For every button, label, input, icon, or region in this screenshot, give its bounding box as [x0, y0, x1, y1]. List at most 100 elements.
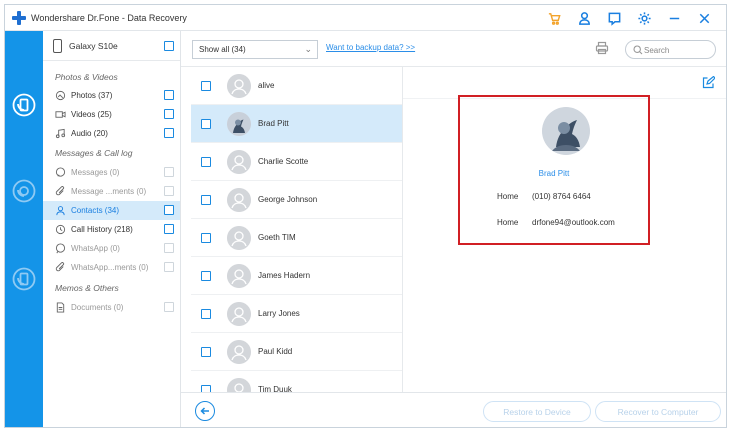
- category-documents[interactable]: Documents (0): [43, 298, 180, 317]
- device-checkbox[interactable]: [164, 41, 174, 51]
- category-messages[interactable]: Messages (0): [43, 163, 180, 182]
- contact-row[interactable]: George Johnson: [191, 181, 402, 219]
- contact-row[interactable]: alive: [191, 67, 402, 105]
- category-checkbox[interactable]: [164, 262, 174, 272]
- feedback-icon[interactable]: [606, 10, 622, 26]
- minimize-icon[interactable]: [666, 10, 682, 26]
- contact-checkbox[interactable]: [201, 195, 211, 205]
- contact-name: Brad Pitt: [258, 119, 289, 128]
- recover-from-device-icon[interactable]: [12, 93, 36, 117]
- contact-checkbox[interactable]: [201, 309, 211, 319]
- contact-row[interactable]: Paul Kidd: [191, 333, 402, 371]
- phone-icon: [53, 39, 62, 53]
- category-call-history[interactable]: Call History (218): [43, 220, 180, 239]
- category-photos[interactable]: Photos (37): [43, 86, 180, 105]
- category-checkbox[interactable]: [164, 224, 174, 234]
- contact-avatar: [227, 150, 251, 174]
- section-title-memos: Memos & Others: [55, 283, 119, 293]
- contact-row[interactable]: Goeth TIM: [191, 219, 402, 257]
- video-icon: [55, 109, 66, 120]
- app-title: Wondershare Dr.Fone - Data Recovery: [31, 13, 187, 23]
- search-box[interactable]: [625, 40, 716, 59]
- category-checkbox[interactable]: [164, 109, 174, 119]
- document-icon: [55, 302, 66, 313]
- photo-icon: [55, 90, 66, 101]
- attachment-icon: [55, 186, 66, 197]
- recover-from-icloud-icon[interactable]: [12, 267, 36, 291]
- filter-select-value: Show all (34): [199, 45, 246, 54]
- contact-checkbox[interactable]: [201, 347, 211, 357]
- contact-checkbox[interactable]: [201, 271, 211, 281]
- category-whatsapp[interactable]: WhatsApp (0): [43, 239, 180, 258]
- mode-rail: [5, 31, 43, 427]
- print-icon[interactable]: [595, 41, 610, 56]
- device-row[interactable]: Galaxy S10e: [43, 31, 180, 61]
- chevron-down-icon: ⌄: [304, 44, 312, 54]
- category-videos[interactable]: Videos (25): [43, 105, 180, 124]
- search-icon: [633, 45, 643, 55]
- contact-detail-card: Brad Pitt Home (010) 8764 6464 Home drfo…: [458, 95, 650, 245]
- device-name: Galaxy S10e: [69, 41, 118, 51]
- category-label: Messages (0): [71, 168, 120, 177]
- category-contacts[interactable]: Contacts (34): [43, 201, 180, 220]
- restore-to-device-button[interactable]: Restore to Device: [483, 401, 591, 422]
- category-checkbox[interactable]: [164, 167, 174, 177]
- contact-icon: [55, 205, 66, 216]
- contact-name: Charlie Scotte: [258, 157, 309, 166]
- contact-row[interactable]: Brad Pitt: [191, 105, 402, 143]
- contact-name: Tim Duuk: [258, 385, 292, 392]
- music-icon: [55, 128, 66, 139]
- contact-checkbox[interactable]: [201, 233, 211, 243]
- category-label: Photos (37): [71, 91, 113, 100]
- contact-row[interactable]: Larry Jones: [191, 295, 402, 333]
- contact-detail-panel: Brad Pitt Home (010) 8764 6464 Home drfo…: [403, 67, 726, 392]
- drfone-logo-icon: [12, 11, 26, 25]
- contact-checkbox[interactable]: [201, 157, 211, 167]
- contact-row[interactable]: James Hadern: [191, 257, 402, 295]
- contact-checkbox[interactable]: [201, 385, 211, 392]
- contact-name: Paul Kidd: [258, 347, 293, 356]
- category-label: Documents (0): [71, 303, 124, 312]
- filter-select[interactable]: Show all (34) ⌄: [192, 40, 318, 59]
- contact-row[interactable]: Charlie Scotte: [191, 143, 402, 181]
- back-button[interactable]: [195, 401, 215, 421]
- category-audio[interactable]: Audio (20): [43, 124, 180, 143]
- bottom-bar: Restore to Device Recover to Computer: [181, 392, 726, 427]
- category-checkbox[interactable]: [164, 243, 174, 253]
- cart-icon[interactable]: [546, 10, 562, 26]
- category-message-attachments[interactable]: Message ...ments (0): [43, 182, 180, 201]
- user-icon[interactable]: [576, 10, 592, 26]
- field-label: Home: [497, 192, 519, 201]
- category-label: WhatsApp...ments (0): [71, 263, 149, 272]
- category-checkbox[interactable]: [164, 128, 174, 138]
- contact-name: George Johnson: [258, 195, 318, 204]
- contact-name: Larry Jones: [258, 309, 300, 318]
- recover-from-itunes-icon[interactable]: [12, 179, 36, 203]
- contact-list: alive Brad Pitt Charlie Scotte George Johns…: [191, 67, 403, 392]
- contact-name: James Hadern: [258, 271, 311, 280]
- contact-avatar: [227, 74, 251, 98]
- category-label: Call History (218): [71, 225, 133, 234]
- list-toolbar: Show all (34) ⌄ Want to backup data? >>: [181, 31, 726, 67]
- contact-avatar: [227, 302, 251, 326]
- contact-name: Brad Pitt: [538, 169, 570, 178]
- category-whatsapp-attachments[interactable]: WhatsApp...ments (0): [43, 258, 180, 277]
- category-checkbox[interactable]: [164, 186, 174, 196]
- backup-link[interactable]: Want to backup data? >>: [326, 43, 415, 52]
- close-icon[interactable]: [696, 10, 712, 26]
- edit-icon[interactable]: [702, 75, 716, 90]
- category-checkbox[interactable]: [164, 90, 174, 100]
- search-input[interactable]: [644, 44, 710, 56]
- settings-icon[interactable]: [636, 10, 652, 26]
- title-bar: Wondershare Dr.Fone - Data Recovery: [5, 5, 726, 31]
- attachment-icon: [55, 262, 66, 273]
- recover-to-computer-button[interactable]: Recover to Computer: [595, 401, 721, 422]
- category-checkbox[interactable]: [164, 302, 174, 312]
- category-checkbox[interactable]: [164, 205, 174, 215]
- app-window: Wondershare Dr.Fone - Data Recovery Gala…: [4, 4, 727, 428]
- category-label: WhatsApp (0): [71, 244, 120, 253]
- contact-checkbox[interactable]: [201, 81, 211, 91]
- contact-checkbox[interactable]: [201, 119, 211, 129]
- contact-avatar: [227, 264, 251, 288]
- contact-row[interactable]: Tim Duuk: [191, 371, 402, 392]
